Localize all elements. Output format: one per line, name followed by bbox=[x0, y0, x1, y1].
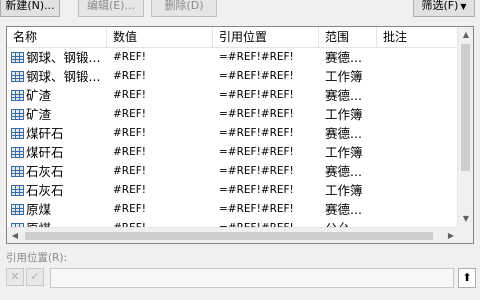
row-value: #REF! bbox=[113, 108, 146, 120]
table-icon bbox=[11, 147, 24, 158]
row-ref: =#REF!#REF! bbox=[219, 184, 294, 196]
row-scope: 赛德... bbox=[325, 202, 362, 217]
row-name: 钢球、钢锻... bbox=[26, 50, 101, 65]
row-value: #REF! bbox=[113, 146, 146, 158]
row-value: #REF! bbox=[113, 127, 146, 139]
new-button[interactable]: 新建(N)... bbox=[0, 0, 60, 17]
row-name: 煤矸石 bbox=[26, 145, 64, 160]
column-header-scope[interactable]: 范围 bbox=[319, 27, 377, 48]
row-name: 石灰石 bbox=[26, 183, 64, 198]
row-scope: 工作簿 bbox=[325, 69, 363, 84]
row-scope: 工作簿 bbox=[325, 107, 363, 122]
list-header: 名称 数值 引用位置 范围 批注 bbox=[7, 27, 459, 48]
refers-to-label: 引用位置(R): bbox=[6, 252, 68, 264]
names-list[interactable]: 名称 数值 引用位置 范围 批注 钢球、钢锻... #REF! =#REF!#R… bbox=[6, 26, 474, 244]
row-scope: 工作簿 bbox=[325, 145, 363, 160]
row-scope: 工作簿 bbox=[325, 183, 363, 198]
scrollbar-corner bbox=[457, 227, 473, 243]
column-header-name[interactable]: 名称 bbox=[7, 27, 107, 48]
row-ref: =#REF!#REF! bbox=[219, 108, 294, 120]
vertical-scrollbar[interactable]: ▲ ▼ bbox=[457, 27, 473, 227]
list-item[interactable]: 石灰石 #REF! =#REF!#REF! 工作簿 bbox=[7, 181, 459, 200]
collapse-dialog-icon[interactable]: ⬆ bbox=[458, 268, 476, 288]
row-name: 钢球、钢锻... bbox=[26, 69, 101, 84]
row-ref: =#REF!#REF! bbox=[219, 51, 294, 63]
row-value: #REF! bbox=[113, 89, 146, 101]
column-header-comment[interactable]: 批注 bbox=[377, 27, 459, 48]
chevron-down-icon: ▼ bbox=[460, 2, 467, 11]
scroll-left-icon[interactable]: ◀ bbox=[7, 228, 23, 243]
row-ref: =#REF!#REF! bbox=[219, 89, 294, 101]
list-item[interactable]: 煤矸石 #REF! =#REF!#REF! 赛德... bbox=[7, 124, 459, 143]
list-item[interactable]: 矿渣 #REF! =#REF!#REF! 赛德... bbox=[7, 86, 459, 105]
row-name: 矿渣 bbox=[26, 88, 52, 103]
table-icon bbox=[11, 52, 24, 63]
scroll-up-icon[interactable]: ▲ bbox=[458, 27, 473, 43]
refers-to-bar: ✕ ✓ ⬆ bbox=[6, 266, 476, 290]
table-icon bbox=[11, 90, 24, 101]
list-item[interactable]: 钢球、钢锻... #REF! =#REF!#REF! 赛德... bbox=[7, 48, 459, 67]
row-name: 矿渣 bbox=[26, 107, 52, 122]
table-icon bbox=[11, 185, 24, 196]
row-name: 煤矸石 bbox=[26, 126, 64, 141]
row-name: 原煤 bbox=[26, 202, 52, 217]
column-header-refers-to[interactable]: 引用位置 bbox=[213, 27, 319, 48]
table-icon bbox=[11, 71, 24, 82]
edit-button[interactable]: 编辑(E)... bbox=[78, 0, 144, 17]
row-scope: 赛德... bbox=[325, 126, 362, 141]
table-icon bbox=[11, 109, 24, 120]
row-value: #REF! bbox=[113, 165, 146, 177]
horizontal-scroll-thumb[interactable] bbox=[25, 232, 433, 240]
row-name: 石灰石 bbox=[26, 164, 64, 179]
filter-label: 筛选(F) bbox=[421, 0, 459, 12]
row-ref: =#REF!#REF! bbox=[219, 203, 294, 215]
vertical-scroll-thumb[interactable] bbox=[461, 44, 470, 171]
filter-button[interactable]: 筛选(F) ▼ bbox=[413, 0, 475, 17]
list-item[interactable]: 原煤 #REF! =#REF!#REF! 赛德... bbox=[7, 200, 459, 219]
row-ref: =#REF!#REF! bbox=[219, 165, 294, 177]
list-item[interactable]: 钢球、钢锻... #REF! =#REF!#REF! 工作簿 bbox=[7, 67, 459, 86]
row-ref: =#REF!#REF! bbox=[219, 146, 294, 158]
table-icon bbox=[11, 166, 24, 177]
column-header-value[interactable]: 数值 bbox=[107, 27, 213, 48]
row-ref: =#REF!#REF! bbox=[219, 127, 294, 139]
cancel-icon[interactable]: ✕ bbox=[6, 268, 24, 286]
scroll-down-icon[interactable]: ▼ bbox=[458, 211, 473, 227]
row-scope: 赛德... bbox=[325, 50, 362, 65]
row-value: #REF! bbox=[113, 51, 146, 63]
list-rows: 钢球、钢锻... #REF! =#REF!#REF! 赛德... 钢球、钢锻..… bbox=[7, 48, 459, 228]
list-item[interactable]: 石灰石 #REF! =#REF!#REF! 赛德... bbox=[7, 162, 459, 181]
row-value: #REF! bbox=[113, 70, 146, 82]
refers-to-input[interactable] bbox=[50, 268, 454, 288]
table-icon bbox=[11, 128, 24, 139]
row-scope: 赛德... bbox=[325, 164, 362, 179]
row-value: #REF! bbox=[113, 203, 146, 215]
table-icon bbox=[11, 204, 24, 215]
list-item[interactable]: 矿渣 #REF! =#REF!#REF! 工作簿 bbox=[7, 105, 459, 124]
check-icon[interactable]: ✓ bbox=[26, 268, 44, 286]
row-ref: =#REF!#REF! bbox=[219, 70, 294, 82]
delete-button[interactable]: 删除(D) bbox=[151, 0, 217, 17]
list-item[interactable]: 煤矸石 #REF! =#REF!#REF! 工作簿 bbox=[7, 143, 459, 162]
horizontal-scrollbar[interactable]: ◀ ▶ bbox=[7, 227, 459, 243]
row-scope: 赛德... bbox=[325, 88, 362, 103]
row-value: #REF! bbox=[113, 184, 146, 196]
